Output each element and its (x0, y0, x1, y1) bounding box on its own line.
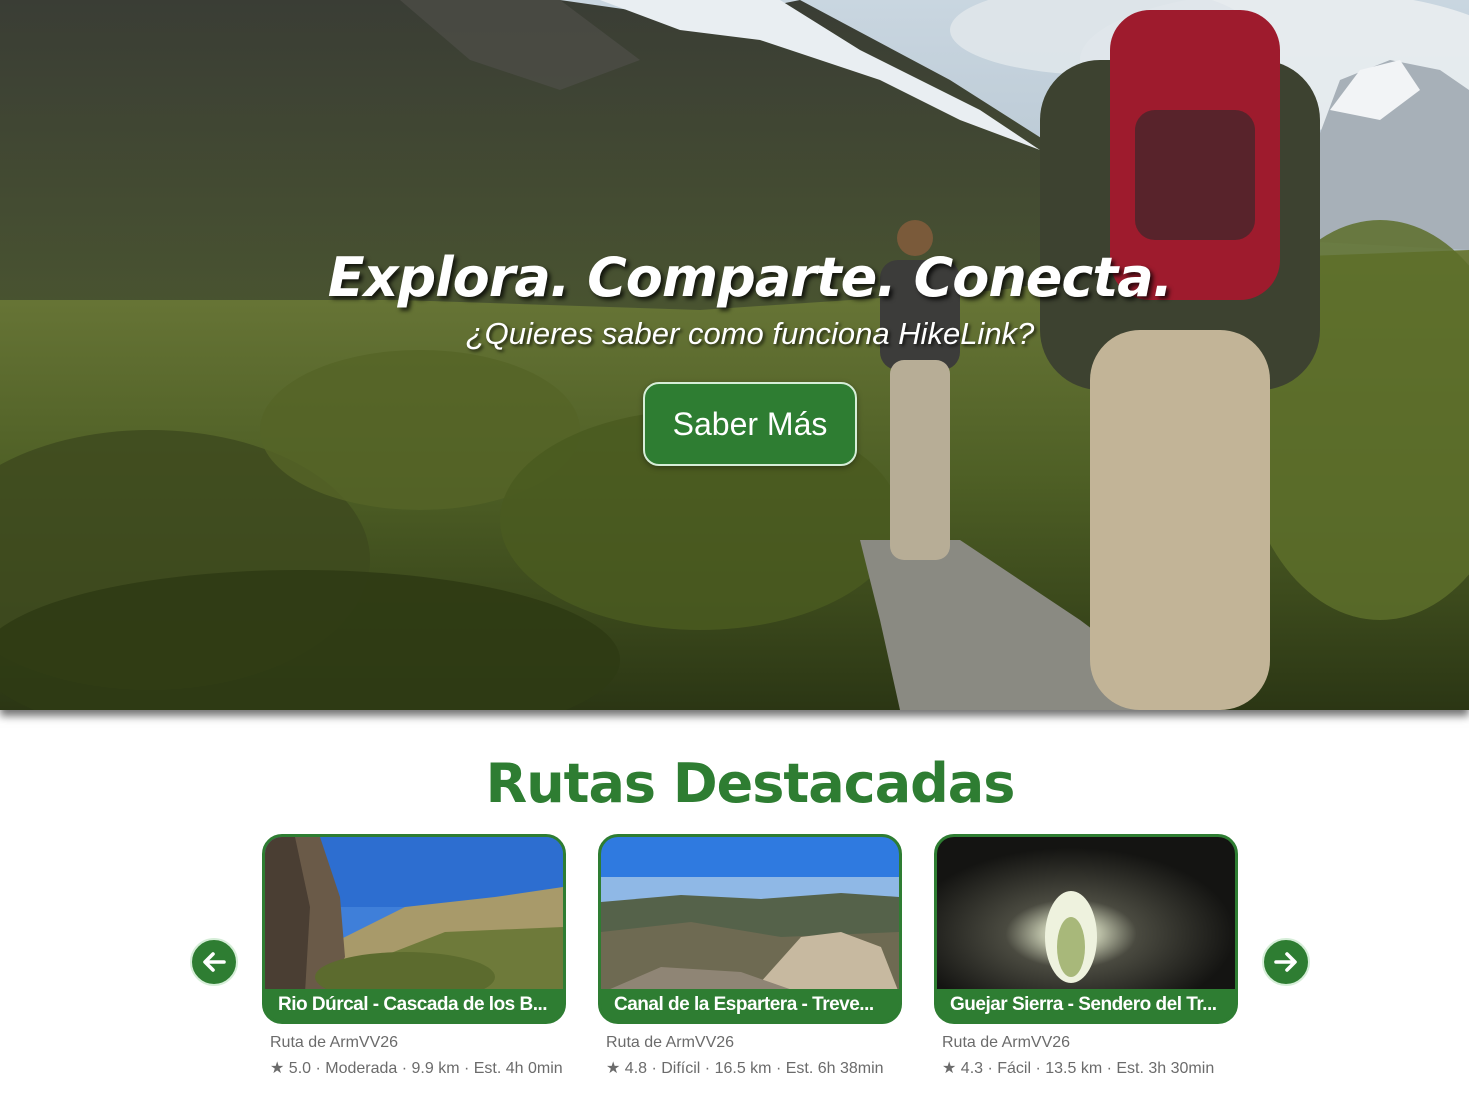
route-card-frame[interactable]: Canal de la Espartera - Treve... (598, 834, 902, 1024)
route-meta: ★ 4.8 · Difícil · 16.5 km · Est. 6h 38mi… (606, 1060, 884, 1077)
arrow-right-icon (1274, 952, 1297, 972)
route-photo-canyon (265, 837, 563, 993)
route-card[interactable]: Rio Dúrcal - Cascada de los B... Ruta de… (262, 834, 566, 1078)
hero-background-photo (0, 0, 1469, 710)
carousel-next-button[interactable] (1262, 938, 1310, 986)
route-card-frame[interactable]: Rio Dúrcal - Cascada de los B... (262, 834, 566, 1024)
route-author: Ruta de ArmVV26 (606, 1034, 735, 1051)
route-card-frame[interactable]: Guejar Sierra - Sendero del Tr... (934, 834, 1238, 1024)
route-name[interactable]: Rio Dúrcal - Cascada de los B... (265, 989, 563, 1021)
route-name[interactable]: Canal de la Espartera - Treve... (601, 989, 899, 1021)
route-photo-tunnel (937, 837, 1235, 993)
route-meta: ★ 5.0 · Moderada · 9.9 km · Est. 4h 0min (270, 1060, 563, 1077)
carousel-prev-button[interactable] (190, 938, 238, 986)
route-card[interactable]: Canal de la Espartera - Treve... Ruta de… (598, 834, 902, 1078)
hero-title: Explora. Comparte. Conecta. (327, 246, 1173, 309)
route-meta: ★ 4.3 · Fácil · 13.5 km · Est. 3h 30min (942, 1060, 1215, 1077)
section-title: Rutas Destacadas (485, 752, 1016, 815)
route-photo-panorama (601, 837, 899, 993)
route-name[interactable]: Guejar Sierra - Sendero del Tr... (937, 989, 1235, 1021)
hero-subtitle: ¿Quieres saber como funciona HikeLink? (465, 316, 1035, 351)
hero-banner: Explora. Comparte. Conecta. ¿Quieres sab… (0, 0, 1469, 710)
arrow-left-icon (203, 952, 226, 972)
saber-mas-button[interactable]: Saber Más (643, 382, 857, 466)
route-author: Ruta de ArmVV26 (270, 1034, 399, 1051)
route-card[interactable]: Guejar Sierra - Sendero del Tr... Ruta d… (934, 834, 1238, 1078)
route-author: Ruta de ArmVV26 (942, 1034, 1071, 1051)
